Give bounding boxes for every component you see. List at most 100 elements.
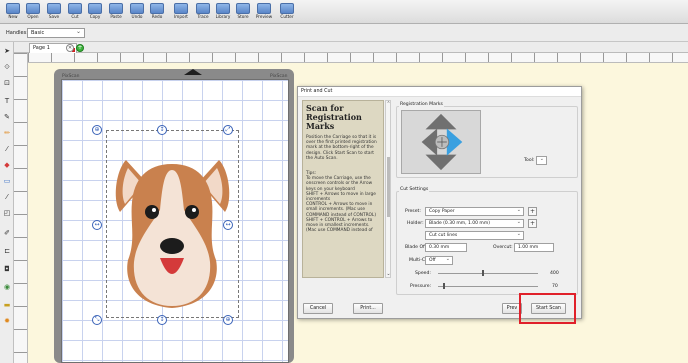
left-toolbar: ➤ ⟐ ⊡ T ✎ ✏ ⁄ ◆ ▭ ⁄ ◰ ✐ ⊏ ◘ ◉ ▬ ✹ [0,42,14,363]
new-button[interactable]: New [2,0,24,24]
pressure-label: Pressure: [410,284,432,289]
new-icon [6,3,20,14]
library-icon [216,3,230,14]
scale-bottom-handle-icon[interactable]: ↕ [157,315,167,325]
monitor-icon[interactable]: ▭ [2,176,12,186]
fill-icon[interactable]: ◰ [2,208,12,218]
save-icon [47,3,61,14]
tool-select[interactable] [536,156,547,165]
pencil-icon[interactable]: ✏ [2,128,12,138]
scissors-icon [68,3,82,14]
print-and-cut-dialog: Print and Cut Scan for Registration Mark… [297,86,582,319]
store-icon [236,3,250,14]
handles-bar: Handles: Basic [0,24,688,42]
cut-button[interactable]: Cut [64,0,86,24]
scroll-up-icon[interactable]: ⌃ [386,101,391,107]
help-scrollbar[interactable]: ⌃ ⌄ [385,100,391,278]
store-button[interactable]: Store [232,0,254,24]
trace-icon [196,3,210,14]
cancel-button[interactable]: Cancel [303,303,333,314]
undo-button[interactable]: Undo [126,0,148,24]
overcut-input[interactable]: 1.00 mm [514,243,554,252]
open-button[interactable]: Open [22,0,44,24]
trace-button[interactable]: Trace [192,0,214,24]
scale-bottom-left-handle-icon[interactable]: ⤡ [92,315,102,325]
help-title: Scan for Registration Marks [306,103,362,131]
move-handle-icon[interactable]: ⊕ [223,315,233,325]
select-tool-icon[interactable]: ➤ [2,46,12,56]
main-toolbar: New Open Save Cut Copy Paste Undo Redo I… [0,0,688,24]
preview-button[interactable]: Preview [253,0,275,24]
text-tool-icon[interactable]: T [2,96,12,106]
undo-icon [130,3,144,14]
draw-tool-icon[interactable]: ✎ [2,112,12,122]
settings-icon[interactable]: ✹ [2,316,12,326]
align-icon[interactable]: ⊏ [2,246,12,256]
redo-button[interactable]: Redo [146,0,168,24]
import-icon [174,3,188,14]
speed-slider[interactable] [438,273,538,274]
eraser-icon[interactable]: ◆ [2,160,12,170]
eyedropper-icon[interactable]: ⁄ [2,192,12,202]
horizontal-ruler [28,53,688,63]
tool-label: Tool: [524,158,535,163]
help-tips-text: Tips: To move the Carriage, use the onsc… [306,171,377,234]
handles-select[interactable]: Basic [27,28,85,38]
speed-label: Speed: [415,271,431,276]
add-preset-button[interactable]: + [528,207,537,216]
speed-slider-thumb[interactable] [482,270,484,276]
save-button[interactable]: Save [43,0,65,24]
scale-corner-handle-icon[interactable]: ⤢ [223,125,233,135]
handles-label: Handles: [6,30,28,36]
library-button[interactable]: Library [212,0,234,24]
start-scan-highlight [519,293,576,324]
knife-tool-icon[interactable]: ⁄ [2,144,12,154]
holder-select[interactable]: Blade (0.30 mm, 1.00 mm) [425,219,524,228]
pressure-value: 70 [552,284,558,289]
scale-top-handle-icon[interactable]: ↕ [157,125,167,135]
cut-lines-select[interactable]: Cut cut lines [425,231,524,240]
close-tab-icon[interactable]: ✕ [66,44,74,52]
pressure-slider-thumb[interactable] [443,283,445,289]
multicut-select[interactable]: Off [425,256,453,265]
cutter-button[interactable]: Cutter [276,0,298,24]
import-button[interactable]: Import [170,0,192,24]
holder-label: Holder: [407,221,424,226]
preset-label: Preset: [405,209,421,214]
open-icon [26,3,40,14]
carriage-arrow-pad[interactable] [401,110,481,174]
zoom-icon[interactable]: ◉ [2,282,12,292]
cutter-icon [280,3,294,14]
blade-offset-input[interactable]: 0.30 mm [425,243,467,252]
rotate-handle-icon[interactable]: ⊕ [92,125,102,135]
speed-value: 400 [550,271,559,276]
help-intro-text: Position the Carriage so that it is over… [306,135,377,161]
copy-button[interactable]: Copy [84,0,106,24]
document-tab-label: Page 1 [33,45,50,51]
paste-button[interactable]: Paste [105,0,127,24]
pressure-slider[interactable] [438,286,538,287]
print-button[interactable]: Print... [353,303,383,314]
ruler-icon[interactable]: ▬ [2,300,12,310]
preview-icon [257,3,271,14]
brush-icon[interactable]: ✐ [2,228,12,238]
edit-points-icon[interactable]: ⟐ [2,62,12,72]
dialog-title: Print and Cut [298,87,581,97]
scroll-thumb[interactable] [387,157,390,217]
scale-right-handle-icon[interactable]: ↔ [223,220,233,230]
copy-icon [88,3,102,14]
layers-icon[interactable]: ◘ [2,264,12,274]
scale-left-handle-icon[interactable]: ↔ [92,220,102,230]
add-holder-button[interactable]: + [528,219,537,228]
redo-icon [150,3,164,14]
overcut-label: Overcut: [493,245,513,250]
vertical-ruler [14,53,28,363]
registration-marks-label: Registration Marks [399,102,444,107]
preset-select[interactable]: Copy Paper [425,207,524,216]
scroll-down-icon[interactable]: ⌄ [386,271,391,277]
help-panel: Scan for Registration Marks Position the… [302,100,384,278]
add-tab-icon[interactable]: + [76,44,84,52]
shape-tool-icon[interactable]: ⊡ [2,78,12,88]
document-tab-bar: Page 1 [14,42,688,53]
paste-icon [109,3,123,14]
